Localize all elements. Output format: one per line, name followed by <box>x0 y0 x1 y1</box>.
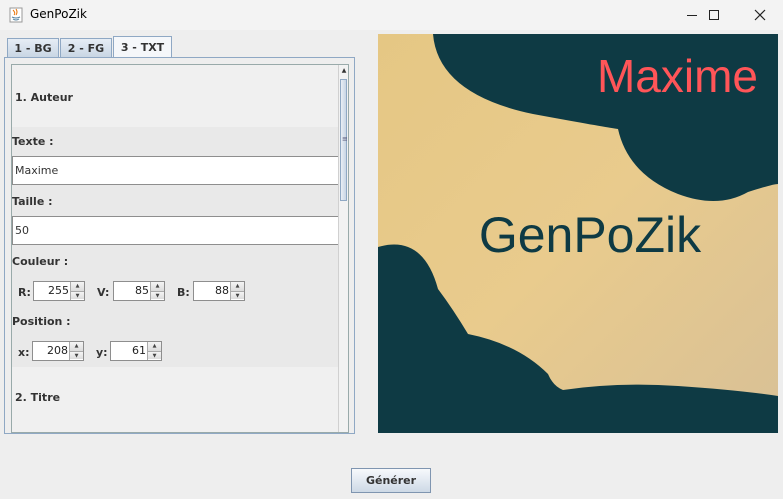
spinner-up-icon[interactable]: ▲ <box>71 282 84 291</box>
b-label: B: <box>177 286 190 299</box>
settings-scroll-pane: 1. Auteur Texte : Maxime Taille : 50 Cou… <box>11 64 349 433</box>
tab-fg[interactable]: 2 - FG <box>60 38 112 57</box>
spinner-down-icon[interactable]: ▼ <box>70 351 83 359</box>
x-label: x: <box>18 346 30 359</box>
author-text-input[interactable]: Maxime <box>12 156 343 185</box>
text-label: Texte : <box>12 135 54 148</box>
spinner-up-icon[interactable]: ▲ <box>148 342 161 351</box>
author-fields-section: Texte : Maxime Taille : 50 Couleur : R: … <box>12 127 343 367</box>
maximize-button[interactable] <box>691 0 736 30</box>
title-header-section: 2. Titre <box>12 367 338 432</box>
title-bar: GenPoZik <box>0 0 783 30</box>
preview-author-text: Maxime <box>597 50 758 102</box>
y-value: 61 <box>132 344 146 357</box>
preview-title-text: GenPoZik <box>479 207 702 263</box>
author-size-input[interactable]: 50 <box>12 216 343 245</box>
spinner-down-icon[interactable]: ▼ <box>151 291 164 299</box>
tab-bg[interactable]: 1 - BG <box>7 38 59 57</box>
window-title: GenPoZik <box>30 7 87 21</box>
close-icon <box>754 9 765 21</box>
r-spinner[interactable]: 255 ▲ ▼ <box>33 281 85 301</box>
y-label: y: <box>96 346 108 359</box>
color-label: Couleur : <box>12 255 69 268</box>
poster-preview: Maxime GenPoZik <box>378 34 778 433</box>
spinner-down-icon[interactable]: ▼ <box>71 291 84 299</box>
scrollbar-grip-icon: ≡ <box>342 135 348 143</box>
v-label: V: <box>97 286 110 299</box>
java-app-icon <box>9 7 23 23</box>
r-value: 255 <box>48 284 69 297</box>
x-spinner[interactable]: 208 ▲ ▼ <box>32 341 84 361</box>
scroll-up-icon[interactable]: ▲ <box>339 65 348 77</box>
generate-button[interactable]: Générer <box>351 468 431 493</box>
spinner-down-icon[interactable]: ▼ <box>148 351 161 359</box>
maximize-icon <box>708 10 719 20</box>
b-value: 88 <box>215 284 229 297</box>
x-value: 208 <box>47 344 68 357</box>
author-header-section: 1. Auteur <box>12 65 338 127</box>
v-value: 85 <box>135 284 149 297</box>
title-heading: 2. Titre <box>15 391 61 404</box>
close-button[interactable] <box>737 0 782 30</box>
spinner-up-icon[interactable]: ▲ <box>151 282 164 291</box>
position-label: Position : <box>12 315 71 328</box>
tab-txt[interactable]: 3 - TXT <box>113 36 172 57</box>
spinner-up-icon[interactable]: ▲ <box>231 282 244 291</box>
size-label: Taille : <box>12 195 53 208</box>
vertical-scrollbar[interactable]: ▲ ≡ <box>338 65 348 432</box>
author-heading: 1. Auteur <box>15 91 73 104</box>
v-spinner[interactable]: 85 ▲ ▼ <box>113 281 165 301</box>
settings-content: 1. Auteur Texte : Maxime Taille : 50 Cou… <box>12 65 343 432</box>
scrollbar-thumb[interactable]: ≡ <box>340 79 348 201</box>
spinner-up-icon[interactable]: ▲ <box>70 342 83 351</box>
spinner-down-icon[interactable]: ▼ <box>231 291 244 299</box>
tab-panel: 1. Auteur Texte : Maxime Taille : 50 Cou… <box>4 57 355 434</box>
r-label: R: <box>18 286 31 299</box>
poster-canvas: Maxime GenPoZik <box>378 34 778 433</box>
b-spinner[interactable]: 88 ▲ ▼ <box>193 281 245 301</box>
y-spinner[interactable]: 61 ▲ ▼ <box>110 341 162 361</box>
